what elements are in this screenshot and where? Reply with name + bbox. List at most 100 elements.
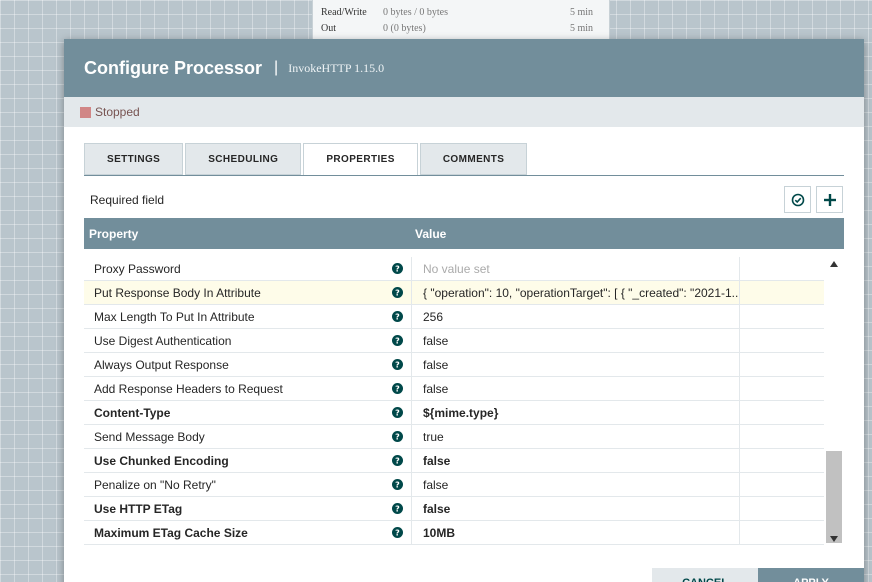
property-value: 10MB [423, 525, 456, 540]
svg-text:?: ? [395, 433, 400, 442]
property-name: Add Response Headers to Request [94, 381, 283, 396]
property-actions-cell [739, 329, 824, 352]
help-icon[interactable]: ? [392, 527, 403, 541]
property-name: Maximum ETag Cache Size [94, 525, 248, 540]
stats-row-read-write: Read/Write 0 bytes / 0 bytes 5 min [321, 7, 593, 21]
property-value-cell[interactable]: false [411, 377, 739, 400]
property-row[interactable]: Use HTTP ETag? false [84, 497, 824, 521]
svg-text:?: ? [395, 337, 400, 346]
property-actions-cell [739, 377, 824, 400]
property-row[interactable]: Maximum ETag Cache Size? 10MB [84, 521, 824, 545]
svg-text:?: ? [395, 265, 400, 274]
property-row[interactable]: Penalize on "No Retry"? false [84, 473, 824, 497]
property-value-cell[interactable]: 256 [411, 305, 739, 328]
scroll-down-arrow-icon[interactable] [830, 536, 838, 542]
property-value-cell[interactable]: false [411, 329, 739, 352]
tab-bar: SETTINGS SCHEDULING PROPERTIES COMMENTS [84, 143, 529, 176]
check-circle-icon [791, 193, 804, 206]
help-icon[interactable]: ? [392, 431, 403, 445]
property-value: false [423, 501, 451, 516]
help-icon[interactable]: ? [392, 335, 403, 349]
stats-value: 0 bytes / 0 bytes [383, 7, 448, 18]
stats-row-out: Out 0 (0 bytes) 5 min [321, 23, 593, 37]
plus-icon [823, 193, 836, 206]
property-name-cell: Use Chunked Encoding? [84, 449, 411, 472]
column-header-property[interactable]: Property [84, 227, 411, 241]
property-value: false [423, 381, 449, 396]
svg-text:?: ? [395, 409, 400, 418]
configure-processor-dialog: Configure Processor | InvokeHTTP 1.15.0 … [64, 39, 864, 582]
title-separator: | [274, 59, 279, 76]
property-row[interactable]: Always Output Response? false [84, 353, 824, 377]
grid-scrollbar[interactable] [826, 253, 842, 549]
svg-text:?: ? [395, 385, 400, 394]
property-value-cell[interactable]: false [411, 449, 739, 472]
property-name: Max Length To Put In Attribute [94, 309, 255, 324]
scroll-up-arrow-icon[interactable] [830, 261, 838, 267]
tab-scheduling[interactable]: SCHEDULING [185, 143, 302, 175]
property-actions-cell [739, 473, 824, 496]
help-icon[interactable]: ? [392, 503, 403, 517]
apply-button[interactable]: APPLY [758, 568, 864, 582]
verify-properties-button[interactable] [784, 186, 811, 213]
property-name-cell: Content-Type? [84, 401, 411, 424]
stopped-icon [80, 106, 91, 118]
property-row[interactable]: Max Length To Put In Attribute? 256 [84, 305, 824, 329]
property-actions-cell [739, 497, 824, 520]
property-value: false [423, 477, 449, 492]
help-icon[interactable]: ? [392, 479, 403, 493]
property-value-cell[interactable]: No value set [411, 257, 739, 280]
help-icon[interactable]: ? [392, 359, 403, 373]
add-property-button[interactable] [816, 186, 843, 213]
column-header-value[interactable]: Value [411, 227, 446, 241]
help-icon[interactable]: ? [392, 287, 403, 301]
property-value-cell[interactable]: false [411, 473, 739, 496]
property-value-cell[interactable]: 10MB [411, 521, 739, 544]
property-name: Send Message Body [94, 429, 205, 444]
property-value-cell[interactable]: { "operation": 10, "operationTarget": [ … [411, 281, 739, 304]
property-name: Content-Type [94, 405, 171, 420]
help-icon[interactable]: ? [392, 263, 403, 277]
property-name-cell: Penalize on "No Retry"? [84, 473, 411, 496]
property-row[interactable]: Use Digest Authentication? false [84, 329, 824, 353]
property-row[interactable]: Content-Type? ${mime.type} [84, 401, 824, 425]
property-value-cell[interactable]: false [411, 353, 739, 376]
scroll-thumb[interactable] [826, 451, 842, 543]
tab-settings[interactable]: SETTINGS [84, 143, 184, 175]
svg-text:?: ? [395, 481, 400, 490]
property-row[interactable]: Use Chunked Encoding? false [84, 449, 824, 473]
property-value-cell[interactable]: ${mime.type} [411, 401, 739, 424]
property-name-cell: Use Digest Authentication? [84, 329, 411, 352]
property-value: { "operation": 10, "operationTarget": [ … [423, 285, 739, 300]
svg-text:?: ? [395, 361, 400, 370]
status-text: Stopped [95, 105, 140, 119]
property-name-cell: Add Response Headers to Request? [84, 377, 411, 400]
required-field-label: Required field [90, 193, 165, 207]
property-name: Proxy Password [94, 261, 181, 276]
property-value: No value set [423, 261, 490, 276]
tab-comments[interactable]: COMMENTS [419, 143, 528, 175]
cancel-button[interactable]: CANCEL [652, 568, 758, 582]
property-row[interactable]: Send Message Body? true [84, 425, 824, 449]
tab-underline [84, 175, 844, 176]
svg-text:?: ? [395, 457, 400, 466]
help-icon[interactable]: ? [392, 455, 403, 469]
help-icon[interactable]: ? [392, 383, 403, 397]
property-actions-cell [739, 257, 824, 280]
svg-text:?: ? [395, 505, 400, 514]
tab-properties[interactable]: PROPERTIES [303, 143, 418, 176]
property-row[interactable]: Proxy Password? No value set [84, 257, 824, 281]
property-value: true [423, 429, 444, 444]
help-icon[interactable]: ? [392, 311, 403, 325]
property-value: ${mime.type} [423, 405, 499, 420]
help-icon[interactable]: ? [392, 407, 403, 421]
property-value: 256 [423, 309, 444, 324]
property-value-cell[interactable]: true [411, 425, 739, 448]
dialog-header: Configure Processor | InvokeHTTP 1.15.0 [64, 39, 864, 97]
processor-type: InvokeHTTP 1.15.0 [288, 60, 385, 75]
property-value-cell[interactable]: false [411, 497, 739, 520]
property-actions-cell [739, 305, 824, 328]
property-row[interactable]: Put Response Body In Attribute? { "operat… [84, 281, 824, 305]
property-actions-cell [739, 449, 824, 472]
property-row[interactable]: Add Response Headers to Request? false [84, 377, 824, 401]
